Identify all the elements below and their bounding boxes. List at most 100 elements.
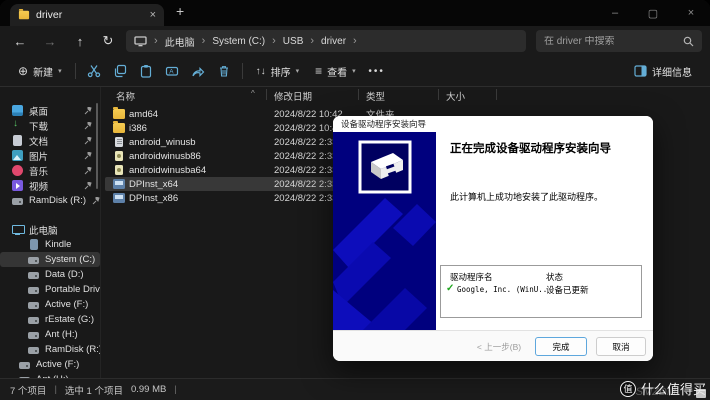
new-tab-button[interactable]: + [176,3,184,19]
column-header-type[interactable]: 类型 [366,89,385,103]
music-icon [12,165,23,176]
column-header-date[interactable]: 修改日期 [274,89,312,103]
sort-button[interactable]: ↑↓ 排序 ▾ [248,59,308,83]
column-header-name[interactable]: 名称 [116,89,135,103]
scissors-icon [87,64,101,78]
sidebar-item-label: Active (F:) [45,299,88,310]
delete-button[interactable] [211,59,237,83]
desktop-icon [12,105,23,116]
sidebar-item-pictures[interactable]: 图片 [0,148,100,163]
sidebar-item-downloads[interactable]: 下载 [0,118,100,133]
column-divider[interactable] [266,89,267,100]
details-pane-icon [634,65,647,77]
sidebar-scrollbar[interactable] [96,103,98,189]
maximize-button[interactable]: ▢ [634,7,672,20]
cancel-button[interactable]: 取消 [596,337,646,356]
sidebar-item-restate-g[interactable]: rEstate (G:) [0,312,100,327]
up-icon[interactable]: ↑ [68,30,92,52]
sidebar-item-data-d[interactable]: Data (D:) [0,267,100,282]
sort-icon: ↑↓ [256,66,266,77]
explorer-window: driver × + – ▢ × ← → ↑ ↻ › 此电脑 › System … [0,0,710,400]
sidebar-item-ramdisk-r[interactable]: RamDisk (R:) [0,342,100,357]
paste-button[interactable] [133,59,159,83]
sidebar-item-label: Portable Drive [45,284,100,295]
pin-icon [84,107,92,115]
sidebar-item-label: rEstate (G:) [45,314,94,325]
file-date: 2024/8/22 2:33 [274,151,337,162]
more-button[interactable]: ••• [364,59,390,83]
refresh-icon[interactable]: ↻ [96,30,120,52]
breadcrumb-usb[interactable]: USB [283,36,304,47]
ellipsis-icon: ••• [368,66,385,77]
rename-button[interactable]: A [159,59,185,83]
tab-bar: driver × + – ▢ × [0,0,710,26]
drive-icon [28,272,39,279]
file-name: amd64 [129,109,158,120]
new-icon: ⊕ [18,64,28,78]
column-header-size[interactable]: 大小 [446,89,465,103]
sort-ascending-icon: ^ [251,89,255,98]
sidebar-item-portable-drive[interactable]: Portable Drive [0,282,100,297]
documents-icon [13,135,22,146]
sidebar-item-desktop[interactable]: 桌面 [0,103,100,118]
application-icon [113,193,125,203]
sidebar-item-system-c[interactable]: System (C:) [0,252,100,267]
sidebar-item-documents[interactable]: 文档 [0,133,100,148]
sidebar-item-music[interactable]: 音乐 [0,163,100,178]
sidebar-item-label: 此电脑 [29,223,58,237]
minimize-button[interactable]: – [596,7,634,19]
chevron-down-icon: ▾ [58,67,62,75]
back-icon[interactable]: ← [8,30,32,52]
file-name: android_winusb [129,137,196,148]
chevron-down-icon: ▾ [296,67,300,75]
file-name: DPInst_x86 [129,193,178,204]
file-date: 2024/8/22 10:42 [274,109,343,120]
view-button[interactable]: ≡ 查看 ▾ [307,59,364,83]
forward-icon[interactable]: → [38,30,62,52]
computer-icon [12,224,23,235]
sidebar-item-ant-h[interactable]: Ant (H:) [0,327,100,342]
sidebar-item-label: 文档 [29,134,48,148]
file-date: 2024/8/22 2:33 [274,179,337,190]
column-divider[interactable] [438,89,439,100]
search-input[interactable] [544,36,683,47]
sidebar-item-active-f[interactable]: Active (F:) [0,297,100,312]
chevron-icon: › [310,35,314,47]
sidebar-item-active-f-2[interactable]: Active (F:) [0,357,100,372]
breadcrumb-driver[interactable]: driver [321,36,346,47]
copy-icon [113,64,127,78]
drive-icon [28,332,39,339]
sidebar-item-label: 视频 [29,179,48,193]
copy-button[interactable] [107,59,133,83]
finish-button[interactable]: 完成 [535,337,587,356]
cut-button[interactable] [81,59,107,83]
driver-install-wizard-dialog: 设备驱动程序安装向导 正在完成设备驱动程序安装向导 此计算机上成功地安装了此驱动… [333,116,653,361]
file-date: 2024/8/22 2:33 [274,165,337,176]
tab-driver[interactable]: driver × [10,4,164,26]
pin-icon [84,167,92,175]
driver-status: 设备已更新 [546,284,589,296]
rename-icon: A [165,64,179,78]
breadcrumb: › 此电脑 › System (C:) › USB › driver › [126,30,526,52]
sidebar-item-videos[interactable]: 视频 [0,178,100,193]
sidebar-item-kindle[interactable]: Kindle [0,237,100,252]
tab-label: driver [36,9,144,21]
document-file-icon [115,137,123,147]
sidebar-item-this-pc[interactable]: 此电脑 [0,222,100,237]
breadcrumb-this-pc[interactable]: 此电脑 [165,34,195,49]
sidebar-item-ramdisk[interactable]: RamDisk (R:) [0,193,100,208]
share-button[interactable] [185,59,211,83]
breadcrumb-system-c[interactable]: System (C:) [212,36,265,47]
status-bar: 7 个项目 | 选中 1 个项目 0.99 MB | [0,378,710,400]
chevron-icon: › [202,35,206,47]
back-step-button: < 上一步(B) [468,337,530,356]
sidebar-item-label: Data (D:) [45,269,84,280]
tab-close-icon[interactable]: × [150,9,156,21]
pin-icon [92,197,100,205]
close-button[interactable]: × [672,7,710,19]
details-pane-button[interactable]: 详细信息 [626,59,700,83]
column-divider[interactable] [358,89,359,100]
column-divider[interactable] [496,89,497,100]
dialog-heading: 正在完成设备驱动程序安装向导 [450,142,643,158]
new-button[interactable]: ⊕ 新建 ▾ [10,59,70,83]
